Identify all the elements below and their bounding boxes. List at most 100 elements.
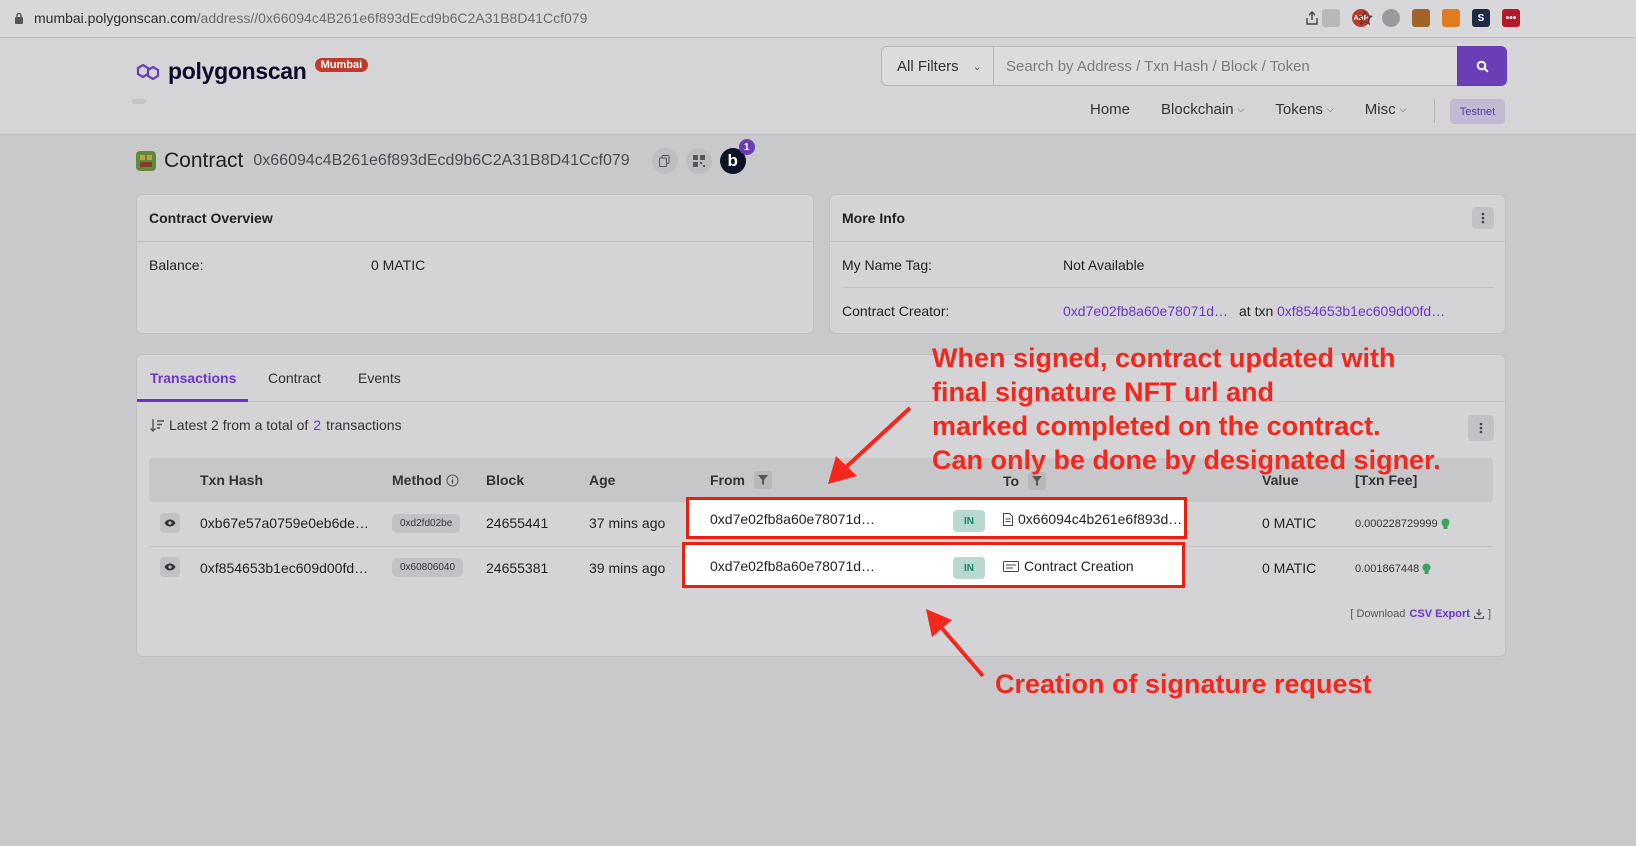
nav-blockchain[interactable]: Blockchain ⌵: [1161, 101, 1244, 118]
age-value: 37 mins ago: [589, 515, 666, 531]
extension-icon[interactable]: [1322, 9, 1340, 27]
from-address-link[interactable]: 0xd7e02fb8a60e78071d…: [710, 511, 875, 527]
col-txn-hash: Txn Hash: [200, 472, 264, 488]
card-title: Contract Overview: [149, 210, 273, 226]
search-filter-select[interactable]: All Filters ⌄: [881, 46, 994, 86]
nav-misc-label: Misc: [1364, 101, 1396, 118]
annotation-creation-note: Creation of signature request: [995, 669, 1372, 699]
highlight-box-row-1: 0xd7e02fb8a60e78071d… IN 0x66094c4b261e6…: [686, 497, 1187, 539]
url-path: /address//0x66094c4B261e6f893dEcd9b6C2A3…: [196, 10, 588, 26]
metamask-fox-icon[interactable]: [1442, 9, 1460, 27]
balance-value: 0 MATIC: [371, 257, 426, 273]
filter-icon: [758, 475, 768, 485]
table-options-button[interactable]: [1468, 415, 1494, 441]
summary-suffix: transactions: [326, 417, 402, 433]
chevron-down-icon: ⌵: [1237, 104, 1245, 114]
kebab-menu-icon: [1481, 212, 1485, 224]
search-icon: [1476, 60, 1489, 73]
direction-badge: IN: [953, 557, 985, 579]
at-txn-label: at txn: [1239, 303, 1274, 319]
annotation-line: marked completed on the contract.: [932, 411, 1381, 441]
txn-hash-link[interactable]: 0xb67e57a0759e0eb6de…: [200, 515, 369, 531]
tab-transactions[interactable]: Transactions: [150, 370, 236, 386]
contract-file-icon: [1003, 512, 1013, 526]
qr-code-button[interactable]: [685, 148, 712, 174]
contract-label: Contract: [164, 149, 244, 172]
contract-address: 0x66094c4B261e6f893dEcd9b6C2A31B8D41Ccf0…: [253, 152, 630, 169]
summary-count-link[interactable]: 2: [313, 417, 321, 433]
eye-icon: [164, 563, 176, 571]
nav-divider: [1434, 99, 1435, 123]
nav-tokens-label: Tokens: [1275, 101, 1323, 118]
more-options-button[interactable]: [1472, 207, 1494, 229]
url-host: mumbai.polygonscan.com: [34, 10, 197, 26]
s-extension-icon[interactable]: S: [1472, 9, 1490, 27]
value-amount: 0 MATIC: [1262, 560, 1317, 576]
main-nav: Home Blockchain ⌵ Tokens ⌵ Misc ⌵: [1090, 101, 1437, 118]
contract-title-row: Contract 0x66094c4B261e6f893dEcd9b6C2A31…: [136, 139, 755, 174]
divider: [842, 287, 1493, 288]
download-prefix: [ Download: [1350, 608, 1406, 620]
lightbulb-icon: [1422, 563, 1431, 574]
method-badge: 0xd2fd02be: [392, 514, 461, 533]
fee-amount: 0.001867448: [1355, 563, 1420, 575]
annotation-line: final signature NFT url and: [932, 377, 1275, 407]
view-details-button[interactable]: [160, 557, 180, 577]
annotation-line: Can only be done by designated signer.: [932, 445, 1441, 475]
logo-text: polygonscan: [168, 58, 307, 84]
tab-contract[interactable]: Contract: [268, 370, 321, 386]
blockscan-chat-button[interactable]: b 1: [719, 139, 755, 174]
from-address-link[interactable]: 0xd7e02fb8a60e78071d…: [710, 558, 875, 574]
network-badge: Mumbai: [314, 57, 369, 72]
chevron-down-icon: ⌄: [972, 60, 982, 73]
to-contract-creation-label: Contract Creation: [1024, 558, 1134, 574]
view-details-button[interactable]: [160, 513, 180, 533]
lock-icon: [15, 12, 23, 24]
txn-hash-link[interactable]: 0xf854653b1ec609d00fd…: [200, 560, 368, 576]
tab-events[interactable]: Events: [358, 370, 401, 386]
notification-count-badge: 1: [738, 139, 755, 155]
to-address-link[interactable]: 0x66094c4b261e6f893d…: [1018, 511, 1182, 527]
testnet-button[interactable]: Testnet: [1450, 99, 1505, 124]
nav-misc[interactable]: Misc ⌵: [1365, 101, 1407, 118]
sort-descending-icon: [150, 418, 164, 432]
share-icon[interactable]: [1304, 10, 1320, 26]
copy-address-button[interactable]: [651, 148, 678, 174]
search-input[interactable]: Search by Address / Txn Hash / Block / T…: [993, 46, 1458, 86]
search-button[interactable]: [1457, 46, 1507, 86]
logo-underline: [132, 99, 146, 104]
info-icon[interactable]: [446, 474, 459, 487]
site-logo[interactable]: polygonscan Mumbai: [136, 57, 369, 85]
age-value: 39 mins ago: [589, 560, 666, 576]
block-link[interactable]: 24655381: [486, 560, 548, 576]
url-text[interactable]: mumbai.polygonscan.com/address//0x66094c…: [34, 10, 587, 26]
kebab-menu-icon: [1479, 422, 1483, 434]
star-icon[interactable]: [1357, 10, 1373, 26]
name-tag-value: Not Available: [1063, 257, 1145, 273]
col-age[interactable]: Age: [589, 472, 615, 488]
summary-prefix: Latest 2 from a total of: [169, 417, 309, 433]
nav-tokens[interactable]: Tokens ⌵: [1275, 101, 1333, 118]
download-suffix: ]: [1487, 608, 1491, 620]
moon-icon[interactable]: [1382, 9, 1400, 27]
active-tab-indicator: [137, 399, 248, 402]
col-method: Method: [392, 472, 459, 488]
creator-address-link[interactable]: 0xd7e02fb8a60e78071d…: [1063, 303, 1228, 319]
contract-avatar-icon: [136, 151, 156, 171]
creator-txn-link[interactable]: 0xf854653b1ec609d00fd…: [1277, 303, 1445, 319]
fee-value: 0.001867448: [1355, 563, 1431, 575]
more-extensions-icon[interactable]: •••: [1502, 9, 1520, 27]
highlight-box-row-2: 0xd7e02fb8a60e78071d… IN Contract Creati…: [682, 542, 1185, 588]
filter-button[interactable]: [754, 471, 772, 489]
download-icon: [1473, 609, 1484, 619]
value-amount: 0 MATIC: [1262, 515, 1317, 531]
fee-amount: 0.000228729999: [1355, 518, 1438, 530]
nav-home[interactable]: Home: [1090, 101, 1130, 118]
qr-code-icon: [692, 155, 705, 167]
col-block: Block: [486, 472, 525, 488]
eye-icon: [164, 519, 176, 527]
block-link[interactable]: 24655441: [486, 515, 548, 531]
csv-export-link[interactable]: CSV Export: [1409, 608, 1470, 620]
camel-icon[interactable]: [1412, 9, 1430, 27]
card-title: More Info: [842, 210, 905, 226]
